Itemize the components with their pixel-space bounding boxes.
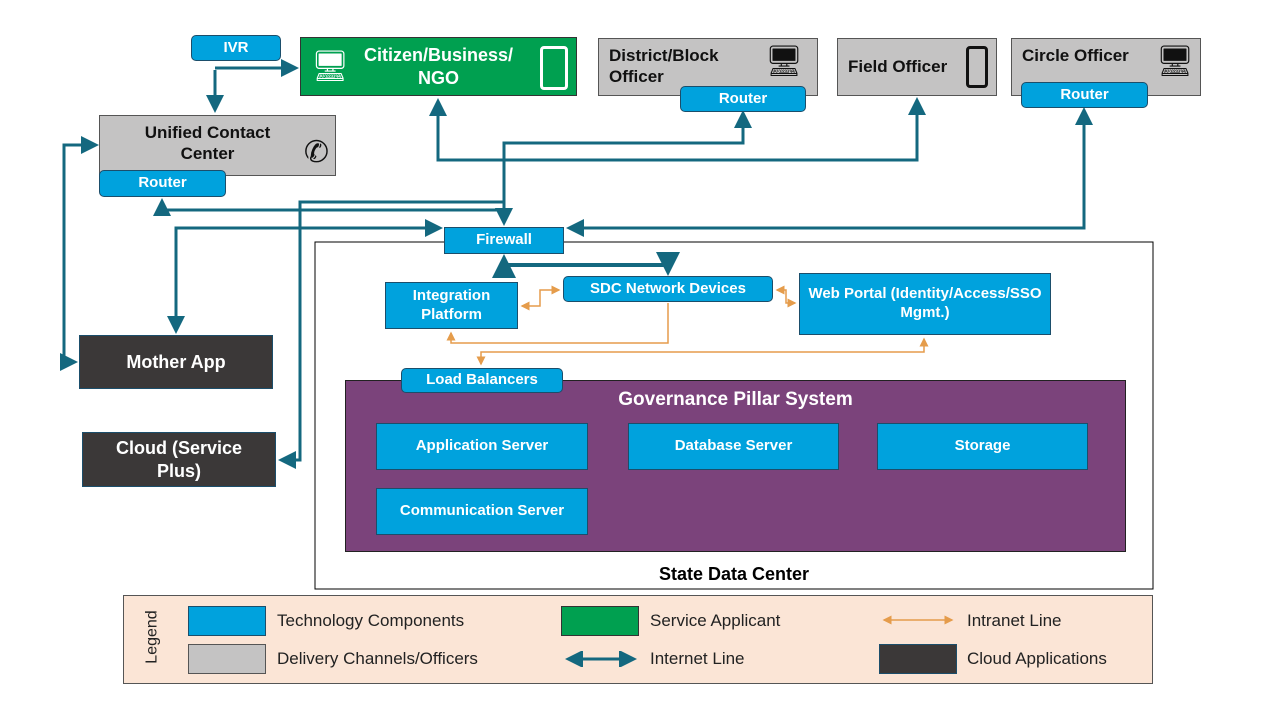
legend-internet-line-icon: [565, 651, 637, 667]
ucc-label: Unified Contact Center: [144, 123, 271, 164]
legend-label: Cloud Applications: [967, 649, 1107, 668]
mother-app: Mother App: [79, 335, 273, 389]
legend-swatch-cloud: [879, 644, 957, 674]
sdc-network-devices: SDC Network Devices: [563, 276, 773, 302]
circle-label: Circle Officer: [1022, 46, 1129, 65]
field-label: Field Officer: [848, 57, 948, 77]
phone-icon: [540, 46, 568, 90]
firewall: Firewall: [444, 227, 564, 254]
legend-swatch-delivery: [188, 644, 266, 674]
legend-label: Delivery Channels/Officers: [277, 649, 478, 668]
legend-label: Technology Components: [277, 611, 465, 630]
legend-title: Legend: [143, 610, 161, 664]
state-data-center-label: State Data Center: [658, 563, 810, 584]
cloud-service-plus: Cloud (Service Plus): [82, 432, 276, 487]
load-balancers: Load Balancers: [401, 368, 563, 393]
phone-call-icon: ✆: [303, 136, 329, 169]
legend-label: Intranet Line: [967, 611, 1062, 630]
citizen-label: Citizen/Business/ NGO: [363, 45, 514, 88]
phone-icon: [966, 46, 988, 88]
unified-contact-center: Unified Contact Center ✆: [99, 115, 336, 176]
citizen-node: 🖥 Citizen/Business/ NGO: [300, 37, 577, 96]
database-server: Database Server: [628, 423, 839, 470]
district-label: District/Block Officer: [609, 46, 719, 87]
ucc-router: Router: [99, 170, 226, 197]
legend-intranet-line-icon: [882, 615, 954, 625]
monitor-icon: 🖥: [764, 45, 803, 78]
district-router: Router: [680, 86, 806, 112]
web-portal: Web Portal (Identity/Access/SSO Mgmt.): [799, 273, 1051, 335]
circle-router: Router: [1021, 82, 1148, 108]
field-officer-node: Field Officer: [837, 38, 997, 96]
legend-label: Service Applicant: [650, 611, 781, 630]
storage: Storage: [877, 423, 1088, 470]
ivr-node: IVR: [191, 35, 281, 61]
legend-swatch-technology: [188, 606, 266, 636]
legend-swatch-applicant: [561, 606, 639, 636]
application-server: Application Server: [376, 423, 588, 470]
legend-label: Internet Line: [650, 649, 745, 668]
communication-server: Communication Server: [376, 488, 588, 535]
monitor-icon: 🖥: [311, 50, 350, 83]
integration-platform: Integration Platform: [385, 282, 518, 329]
monitor-icon: 🖥: [1155, 45, 1194, 78]
